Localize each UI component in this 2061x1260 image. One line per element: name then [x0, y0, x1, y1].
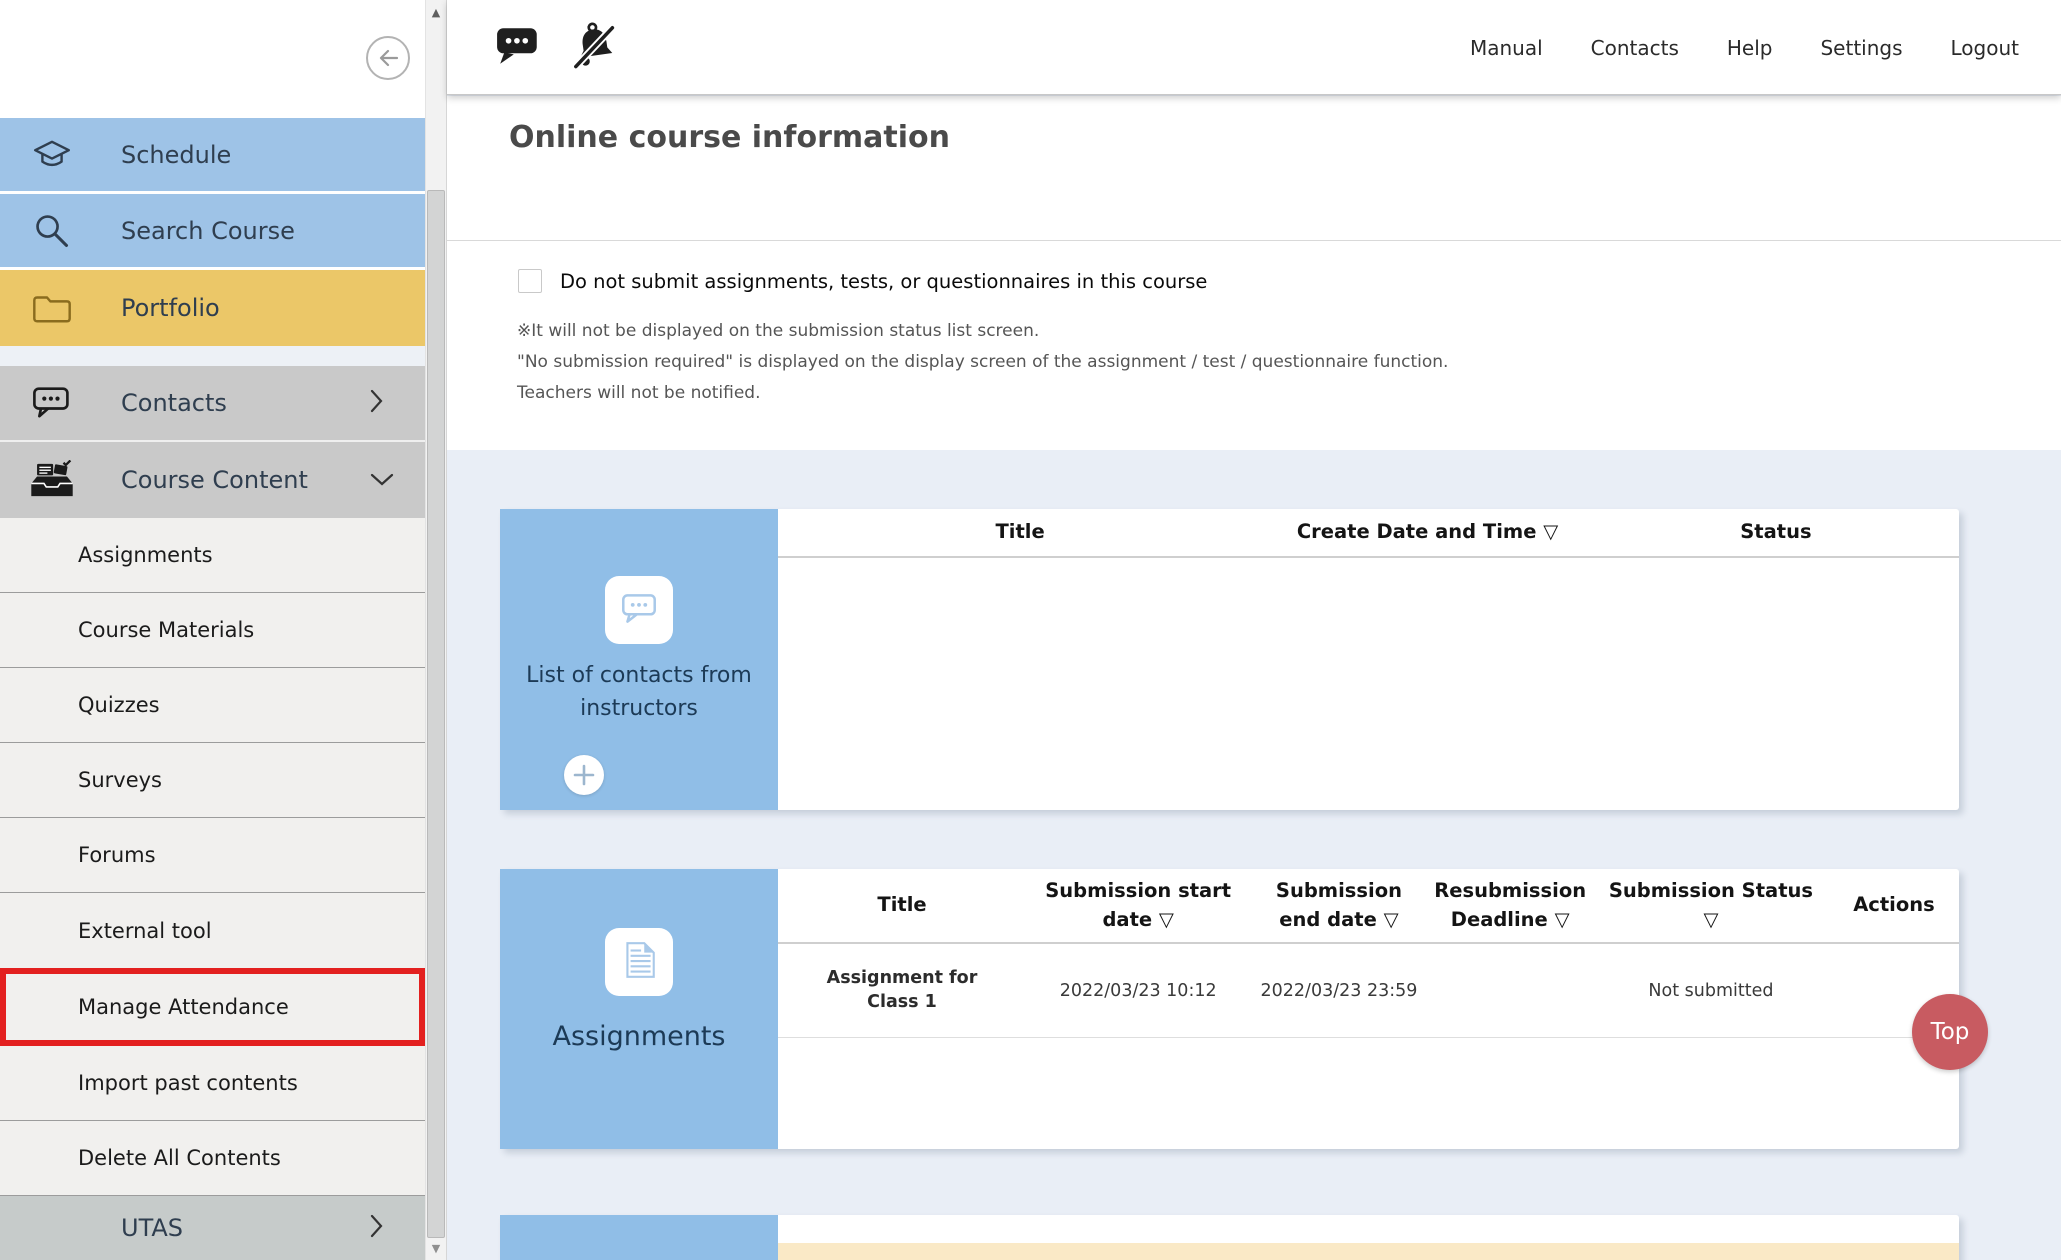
column-header-submission-start[interactable]: Submission start date ▽: [1026, 869, 1250, 942]
nav-manual[interactable]: Manual: [1470, 36, 1543, 60]
sidebar-item-external-tool[interactable]: External tool: [0, 893, 425, 968]
sidebar-item-label: Contacts: [121, 389, 227, 417]
sidebar-item-label: Assignments: [78, 543, 213, 567]
sidebar-item-contacts[interactable]: Contacts: [0, 366, 425, 442]
sidebar-item-delete-all-contents[interactable]: Delete All Contents: [0, 1121, 425, 1196]
sidebar-item-quizzes[interactable]: Quizzes: [0, 668, 425, 743]
main-content: Online course information Do not submit …: [447, 0, 2061, 1260]
sidebar-item-manage-attendance-highlighted[interactable]: Manage Attendance: [0, 968, 425, 1046]
sidebar-item-label: External tool: [78, 919, 212, 943]
sidebar-item-import-past-contents[interactable]: Import past contents: [0, 1046, 425, 1121]
next-section-header-band: [778, 1243, 1959, 1260]
submission-status-cell: Not submitted: [1593, 944, 1829, 1037]
scroll-to-top-button[interactable]: Top: [1912, 994, 1988, 1070]
column-header-submission-end[interactable]: Submission end date ▽: [1250, 869, 1427, 942]
course-info-panel: Online course information Do not submit …: [447, 96, 2061, 450]
column-header-title[interactable]: Title: [778, 869, 1026, 942]
chevron-down-icon: [370, 471, 394, 490]
next-section-tile: [500, 1215, 778, 1260]
assignments-section: Assignments Title Submission start date …: [500, 869, 1959, 1149]
sidebar-item-forums[interactable]: Forums: [0, 818, 425, 893]
graduation-cap-icon: [28, 137, 76, 173]
sidebar-item-utas[interactable]: UTAS: [0, 1196, 425, 1260]
divider: [447, 240, 2061, 241]
page-title: Online course information: [509, 120, 950, 155]
sidebar-item-schedule[interactable]: Schedule: [0, 118, 425, 194]
nav-logout[interactable]: Logout: [1951, 36, 2019, 60]
submission-start-cell: 2022/03/23 10:12: [1026, 944, 1250, 1037]
section-tile-label: List of contacts from instructors: [500, 659, 778, 725]
contacts-section-tile: List of contacts from instructors: [500, 509, 778, 810]
submission-end-cell: 2022/03/23 23:59: [1250, 944, 1427, 1037]
sidebar-item-label: Surveys: [78, 768, 162, 792]
bell-muted-icon[interactable]: [569, 20, 621, 76]
assignment-row: Assignment for Class 1 2022/03/23 10:12 …: [778, 944, 1959, 1038]
plus-icon: [573, 764, 595, 786]
arrow-left-icon: [373, 43, 403, 73]
sidebar-item-label: Course Content: [121, 466, 308, 494]
course-content-box-icon: [28, 460, 76, 500]
speech-bubble-icon: [617, 589, 661, 631]
resubmission-deadline-cell: [1428, 944, 1593, 1037]
sidebar-item-label: Forums: [78, 843, 156, 867]
sidebar-item-label: Delete All Contents: [78, 1146, 281, 1170]
assignments-table: Title Submission start date ▽ Submission…: [778, 869, 1959, 1149]
folder-icon: [28, 291, 76, 325]
note-line: "No submission required" is displayed on…: [517, 347, 1448, 378]
sidebar-item-label: Import past contents: [78, 1071, 298, 1095]
sidebar-item-label: Portfolio: [121, 294, 220, 322]
assignment-title-cell: Assignment for Class 1: [778, 944, 1026, 1037]
no-submit-checkbox-label: Do not submit assignments, tests, or que…: [560, 270, 1207, 293]
column-header-submission-status[interactable]: Submission Status ▽: [1593, 869, 1829, 942]
sidebar-item-assignments[interactable]: Assignments: [0, 518, 425, 593]
assignments-section-tile: Assignments: [500, 869, 778, 1149]
column-header-status[interactable]: Status: [1593, 509, 1959, 556]
sidebar-item-surveys[interactable]: Surveys: [0, 743, 425, 818]
sidebar-item-label: Course Materials: [78, 618, 254, 642]
top-bar: Manual Contacts Help Settings Logout: [447, 0, 2061, 95]
scroll-up-arrow-icon[interactable]: ▲: [426, 0, 446, 24]
no-submit-checkbox[interactable]: [518, 269, 542, 293]
sidebar-item-label: Schedule: [121, 141, 231, 169]
contacts-from-instructors-section: List of contacts from instructors Title …: [500, 509, 1959, 810]
sidebar-item-course-materials[interactable]: Course Materials: [0, 593, 425, 668]
sidebar-item-label: Search Course: [121, 217, 295, 245]
sidebar: Schedule Search Course Portfolio Cont: [0, 0, 425, 1260]
add-contact-button[interactable]: [564, 755, 604, 795]
chat-icon[interactable]: [495, 25, 543, 71]
scroll-down-arrow-icon[interactable]: ▼: [426, 1236, 446, 1260]
speech-bubble-icon: [28, 384, 76, 422]
sidebar-scrollbar[interactable]: ▲ ▼: [425, 0, 447, 1260]
sidebar-item-search-course[interactable]: Search Course: [0, 194, 425, 270]
column-header-resubmission-deadline[interactable]: Resubmission Deadline ▽: [1428, 869, 1593, 942]
sidebar-item-label: Manage Attendance: [78, 995, 289, 1019]
next-section-partial: [500, 1215, 1959, 1260]
note-line: Teachers will not be notified.: [517, 378, 1448, 409]
checkbox-notes: ※It will not be displayed on the submiss…: [517, 316, 1448, 409]
chevron-right-icon: [370, 1214, 384, 1242]
sidebar-item-label: Quizzes: [78, 693, 160, 717]
column-header-title[interactable]: Title: [778, 509, 1262, 556]
column-header-actions[interactable]: Actions: [1829, 869, 1959, 942]
chevron-right-icon: [370, 389, 384, 417]
sidebar-item-portfolio[interactable]: Portfolio: [0, 270, 425, 346]
top-nav: Manual Contacts Help Settings Logout: [1470, 0, 2019, 95]
sidebar-collapse-button[interactable]: [366, 36, 410, 80]
column-header-create-date[interactable]: Create Date and Time ▽: [1262, 509, 1593, 556]
sidebar-item-label: UTAS: [121, 1214, 183, 1242]
document-icon: [620, 940, 658, 984]
note-line: ※It will not be displayed on the submiss…: [517, 316, 1448, 347]
scrollbar-thumb[interactable]: [427, 190, 445, 1238]
magnifier-icon: [28, 211, 76, 251]
nav-help[interactable]: Help: [1727, 36, 1773, 60]
nav-contacts[interactable]: Contacts: [1591, 36, 1679, 60]
nav-settings[interactable]: Settings: [1820, 36, 1902, 60]
sidebar-spacer: [0, 346, 425, 366]
section-tile-label: Assignments: [500, 1021, 778, 1052]
sidebar-item-course-content[interactable]: Course Content: [0, 442, 425, 518]
contacts-table: Title Create Date and Time ▽ Status: [778, 509, 1959, 810]
